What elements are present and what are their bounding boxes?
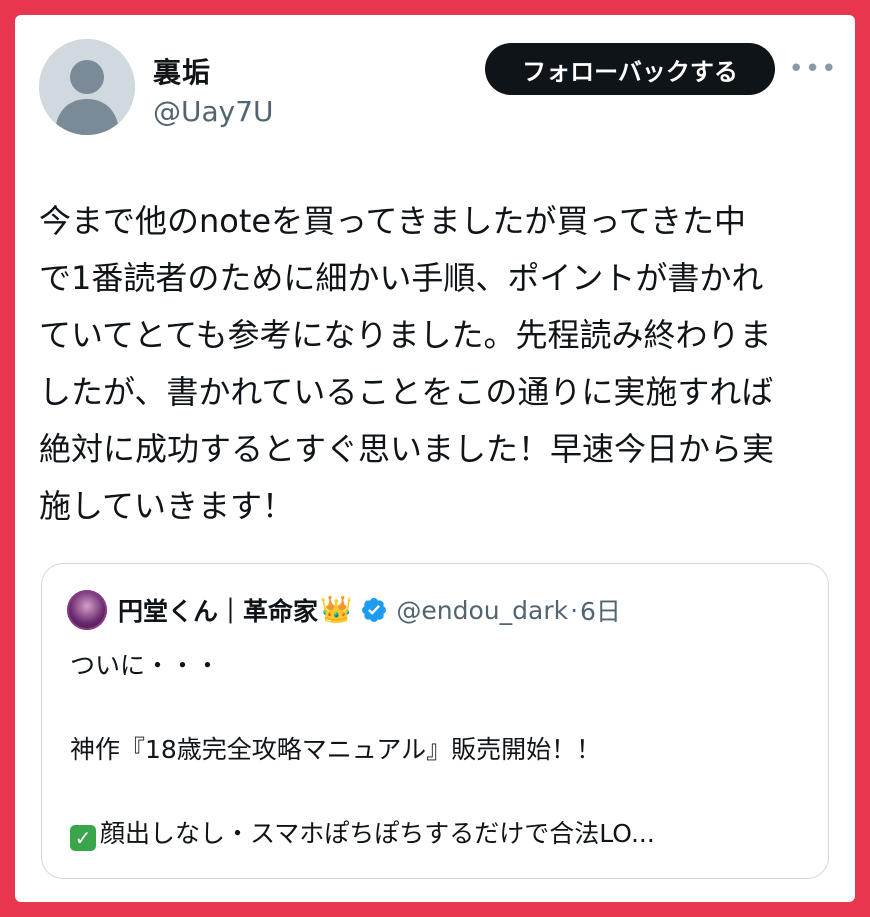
post-text: 今まで他のnoteを買ってきましたが買ってきた中 で1番読者のために細かい手順、… — [39, 193, 839, 535]
user-avatar[interactable] — [39, 39, 135, 135]
quoted-handle[interactable]: @endou_dark — [396, 596, 568, 625]
post-text-line: ていてとても参考になりました。先程読み終わりま — [39, 316, 772, 354]
more-options-icon[interactable]: ••• — [789, 51, 837, 87]
display-name[interactable]: 裏垢 — [153, 51, 211, 91]
quoted-timestamp[interactable]: 6日 — [580, 592, 621, 628]
follow-back-button[interactable]: フォローバックする — [485, 43, 775, 95]
dot-separator: · — [570, 595, 579, 625]
verified-badge-icon — [362, 598, 387, 622]
quoted-user-avatar[interactable] — [67, 590, 107, 630]
post-text-line: で1番読者のために細かい手順、ポイントが書かれ — [39, 259, 764, 297]
quoted-post[interactable]: 円堂くん｜革命家 👑 @endou_dark · 6日 ついに・・・ 神作『18… — [41, 563, 829, 879]
default-profile-icon — [39, 39, 135, 135]
post-text-line: 今まで他のnoteを買ってきましたが買ってきた中 — [39, 202, 746, 240]
quoted-line: ✓ 顔出しなし・スマホぽちぽちするだけで合法LO... — [70, 814, 655, 851]
quoted-line-text: 顔出しなし・スマホぽちぽちするだけで合法LO... — [100, 819, 655, 848]
quoted-display-name[interactable]: 円堂くん｜革命家 — [118, 592, 318, 628]
quoted-line: ついに・・・ — [70, 651, 221, 680]
quoted-line: 神作『18歳完全攻略マニュアル』販売開始！！ — [70, 735, 602, 764]
post-text-line: 絶対に成功するとすぐ思いました！早速今日から実 — [39, 430, 775, 468]
user-handle[interactable]: @Uay7U — [153, 95, 274, 128]
post-text-line: したが、書かれていることをこの通りに実施すれば — [39, 373, 774, 411]
check-mark-icon: ✓ — [70, 825, 96, 851]
quoted-post-header: 円堂くん｜革命家 👑 @endou_dark · 6日 — [118, 592, 621, 628]
post-card: 裏垢 @Uay7U フォローバックする ••• 今まで他のnoteを買ってきまし… — [15, 15, 855, 902]
crown-emoji: 👑 — [320, 595, 353, 625]
post-text-line: 施していきます！ — [39, 487, 295, 525]
